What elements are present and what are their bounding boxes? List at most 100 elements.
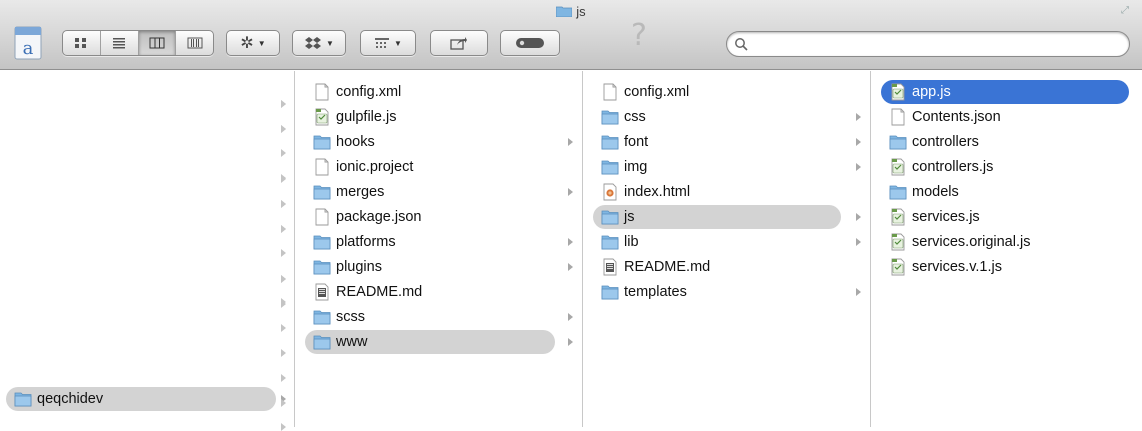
folder-icon	[14, 392, 32, 407]
search-field[interactable]	[726, 31, 1130, 57]
column-edge-arrow-icon	[281, 300, 286, 308]
column-edge-arrow-icon	[281, 125, 286, 133]
browser-item[interactable]: services.js	[881, 205, 1129, 229]
file-icon	[891, 108, 905, 126]
browser-item[interactable]: config.xml	[305, 80, 555, 104]
column-edge-arrow-icon	[281, 275, 286, 283]
item-label: templates	[624, 284, 687, 300]
disclosure-arrow-icon	[856, 163, 861, 171]
list-icon	[113, 38, 126, 49]
browser-item[interactable]: lib	[593, 230, 841, 254]
browser-item[interactable]: package.json	[305, 205, 555, 229]
browser-item[interactable]: merges	[305, 180, 555, 204]
view-icon-button[interactable]	[63, 31, 101, 55]
folder-icon	[601, 160, 619, 175]
column-edge-arrow-icon	[281, 175, 286, 183]
browser-item[interactable]: services.v.1.js	[881, 255, 1129, 279]
js-file-icon	[891, 158, 905, 176]
browser-item[interactable]: hooks	[305, 130, 555, 154]
browser-item[interactable]: templates	[593, 280, 841, 304]
folder-icon	[313, 235, 331, 250]
disclosure-arrow-icon	[568, 338, 573, 346]
action-menu-button[interactable]: ✲ ▼	[226, 30, 280, 56]
disclosure-arrow-icon	[856, 113, 861, 121]
item-label: www	[336, 334, 368, 350]
folder-icon	[313, 135, 331, 150]
js-file-icon	[891, 208, 905, 226]
search-input[interactable]	[753, 35, 1117, 55]
toggle-button[interactable]	[500, 30, 560, 56]
item-label: app.js	[912, 84, 951, 100]
browser-item[interactable]: gulpfile.js	[305, 105, 555, 129]
item-label: scss	[336, 309, 365, 325]
view-mode-control	[62, 30, 214, 56]
disclosure-arrow-icon	[568, 313, 573, 321]
folder-icon	[313, 185, 331, 200]
item-label: controllers.js	[912, 159, 994, 175]
disclosure-arrow-icon	[856, 138, 861, 146]
toolbar: js ⤢ a ✲ ▼ ▼ ▼ ?	[0, 0, 1142, 70]
item-label: lib	[624, 234, 639, 250]
fullscreen-icon[interactable]: ⤢	[1118, 4, 1132, 18]
browser-item[interactable]: img	[593, 155, 841, 179]
browser-item[interactable]: ionic.project	[305, 155, 555, 179]
browser-item[interactable]: README.md	[593, 255, 841, 279]
view-coverflow-button[interactable]	[176, 31, 213, 55]
share-button[interactable]	[430, 30, 488, 56]
column-edge-arrow-icon	[281, 200, 286, 208]
columns-icon	[149, 37, 165, 49]
disclosure-arrow-icon	[568, 138, 573, 146]
arrange-menu-button[interactable]: ▼	[360, 30, 416, 56]
file-icon	[315, 208, 329, 226]
browser-item[interactable]: www	[305, 330, 555, 354]
column-1[interactable]	[0, 71, 295, 427]
item-label: config.xml	[336, 84, 402, 100]
browser-item[interactable]: services.original.js	[881, 230, 1129, 254]
browser-item[interactable]: Contents.json	[881, 105, 1129, 129]
browser-item[interactable]: controllers.js	[881, 155, 1129, 179]
dropbox-menu-button[interactable]: ▼	[292, 30, 346, 56]
browser-item[interactable]: README.md	[305, 280, 555, 304]
item-label: merges	[336, 184, 385, 200]
browser-item[interactable]: config.xml	[593, 80, 841, 104]
browser-item[interactable]: scss	[305, 305, 555, 329]
disclosure-arrow-icon	[568, 238, 573, 246]
browser-item[interactable]: platforms	[305, 230, 555, 254]
disclosure-arrow-icon	[856, 288, 861, 296]
item-label: platforms	[336, 234, 396, 250]
item-label: models	[912, 184, 959, 200]
browser-item[interactable]: font	[593, 130, 841, 154]
item-label: README.md	[336, 284, 423, 300]
folder-icon	[313, 335, 331, 350]
browser-item[interactable]: qeqchidev	[6, 387, 276, 411]
item-label: services.original.js	[912, 234, 1031, 250]
browser-item[interactable]: controllers	[881, 130, 1129, 154]
folder-icon	[556, 6, 573, 17]
item-label: font	[624, 134, 649, 150]
column-edge-arrow-icon	[281, 349, 286, 357]
browser-item[interactable]: index.html	[593, 180, 841, 204]
browser-item[interactable]: app.js	[881, 80, 1129, 104]
app-icon[interactable]: a	[14, 26, 42, 60]
js-file-icon	[891, 258, 905, 276]
column-edge-arrow-icon	[281, 149, 286, 157]
browser-item[interactable]: js	[593, 205, 841, 229]
svg-text:a: a	[23, 38, 34, 59]
browser-item[interactable]: plugins	[305, 255, 555, 279]
folder-icon	[601, 110, 619, 125]
column-edge-arrow-icon	[281, 249, 286, 257]
chevron-down-icon: ▼	[257, 38, 266, 48]
item-label: controllers	[912, 134, 979, 150]
view-column-button[interactable]	[138, 31, 177, 55]
coverflow-icon	[187, 37, 203, 49]
item-label: hooks	[336, 134, 375, 150]
browser-item[interactable]: css	[593, 105, 841, 129]
html-file-icon	[603, 183, 617, 201]
view-list-button[interactable]	[101, 31, 139, 55]
browser-item[interactable]: models	[881, 180, 1129, 204]
column-edge-arrow-icon	[281, 423, 286, 431]
item-label: gulpfile.js	[336, 109, 397, 125]
help-icon[interactable]: ?	[628, 20, 650, 52]
arrange-icon	[375, 38, 390, 48]
disclosure-arrow-icon	[568, 263, 573, 271]
